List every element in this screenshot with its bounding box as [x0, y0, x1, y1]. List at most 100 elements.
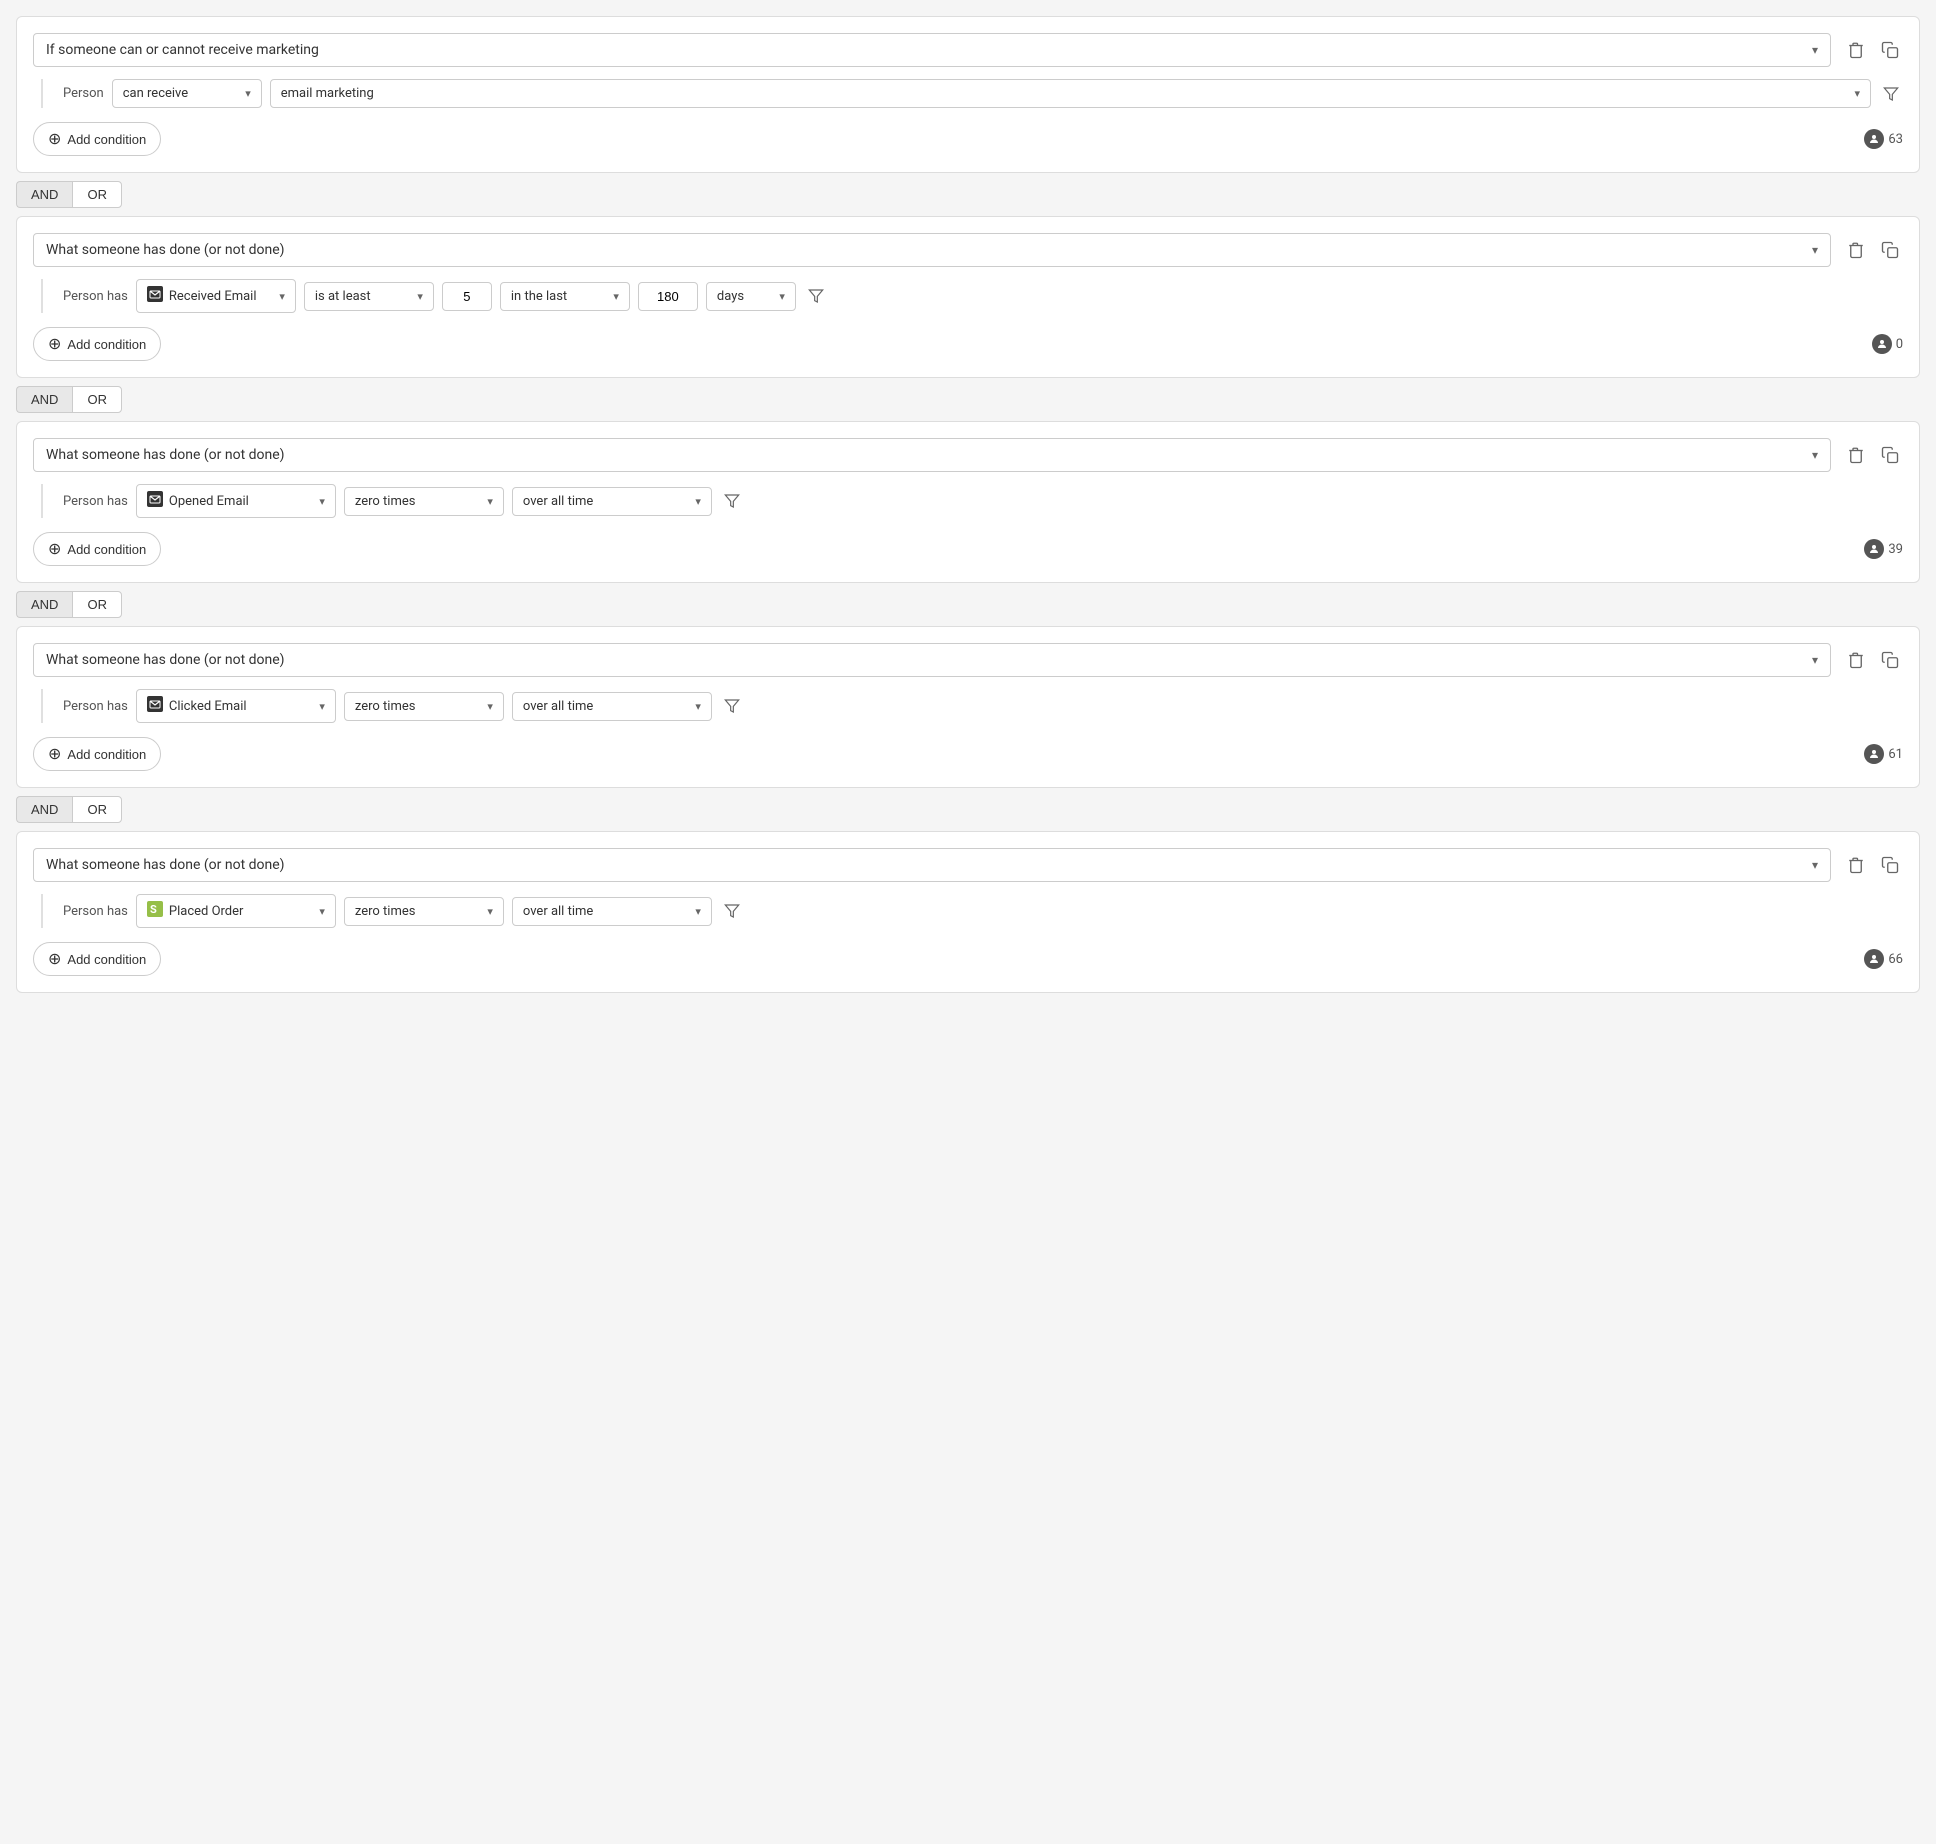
svg-text:S: S	[150, 903, 157, 916]
plus-icon: ⊕	[48, 744, 61, 764]
add-condition-button[interactable]: ⊕ Add condition	[33, 532, 161, 566]
select-value: Opened Email	[169, 494, 249, 509]
copy-button[interactable]	[1877, 647, 1903, 673]
email-icon	[147, 491, 163, 511]
copy-button[interactable]	[1877, 852, 1903, 878]
select-value: Received Email	[169, 289, 257, 304]
add-condition-label: Add condition	[67, 542, 146, 557]
select-value: zero times	[355, 904, 416, 919]
condition-type-label: If someone can or cannot receive marketi…	[46, 42, 319, 58]
person-label: Person has	[63, 494, 128, 509]
condition-block-4: What someone has done (or not done) ▾ Per…	[16, 626, 1920, 788]
filter-button[interactable]	[720, 694, 744, 718]
select-timeframe[interactable]: in the last ▾	[500, 282, 630, 311]
and-button[interactable]: AND	[16, 591, 72, 618]
logic-separator: ANDOR	[16, 181, 1920, 208]
copy-button[interactable]	[1877, 37, 1903, 63]
condition-type-select[interactable]: What someone has done (or not done) ▾	[33, 643, 1831, 677]
delete-button[interactable]	[1843, 442, 1869, 468]
person-label: Person has	[63, 904, 128, 919]
select-unit[interactable]: days ▾	[706, 282, 796, 311]
select-value: zero times	[355, 494, 416, 509]
select-value: Clicked Email	[169, 699, 247, 714]
select-event[interactable]: Received Email ▾	[136, 279, 296, 313]
chevron-down-icon: ▾	[319, 700, 325, 713]
select-value: is at least	[315, 289, 371, 304]
select-email_marketing[interactable]: email marketing ▾	[270, 79, 1871, 108]
condition-type-select[interactable]: What someone has done (or not done) ▾	[33, 438, 1831, 472]
select-event[interactable]: S Placed Order ▾	[136, 894, 336, 928]
and-button[interactable]: AND	[16, 386, 72, 413]
select-operator[interactable]: is at least ▾	[304, 282, 434, 311]
or-button[interactable]: OR	[72, 181, 122, 208]
select-value: zero times	[355, 699, 416, 714]
count-badge: 66	[1864, 949, 1903, 969]
chevron-down-icon: ▾	[1812, 448, 1818, 462]
person-count-icon	[1864, 539, 1884, 559]
condition-type-select[interactable]: What someone has done (or not done) ▾	[33, 848, 1831, 882]
chevron-down-icon: ▾	[779, 290, 785, 303]
chevron-down-icon: ▾	[1812, 243, 1818, 257]
condition-footer: ⊕ Add condition 66	[33, 942, 1903, 976]
condition-header: What someone has done (or not done) ▾	[33, 233, 1903, 267]
count-badge: 63	[1864, 129, 1903, 149]
add-condition-button[interactable]: ⊕ Add condition	[33, 327, 161, 361]
or-button[interactable]: OR	[72, 591, 122, 618]
count-value: 0	[1896, 337, 1903, 352]
select-operator[interactable]: zero times ▾	[344, 487, 504, 516]
chevron-down-icon: ▾	[1854, 87, 1860, 100]
delete-button[interactable]	[1843, 852, 1869, 878]
delete-button[interactable]	[1843, 37, 1869, 63]
chevron-down-icon: ▾	[319, 905, 325, 918]
select-timeframe[interactable]: over all time ▾	[512, 692, 712, 721]
input-count_val[interactable]	[442, 282, 492, 311]
block-actions	[1843, 442, 1903, 468]
select-can_receive[interactable]: can receive ▾	[112, 79, 262, 108]
condition-header: If someone can or cannot receive marketi…	[33, 33, 1903, 67]
select-operator[interactable]: zero times ▾	[344, 897, 504, 926]
select-operator[interactable]: zero times ▾	[344, 692, 504, 721]
add-condition-button[interactable]: ⊕ Add condition	[33, 122, 161, 156]
condition-row: Person has S Placed Order ▾zero times ▾o…	[41, 894, 1903, 928]
chevron-down-icon: ▾	[279, 290, 285, 303]
condition-type-select[interactable]: If someone can or cannot receive marketi…	[33, 33, 1831, 67]
delete-button[interactable]	[1843, 647, 1869, 673]
select-timeframe[interactable]: over all time ▾	[512, 897, 712, 926]
condition-header: What someone has done (or not done) ▾	[33, 643, 1903, 677]
email-icon	[147, 696, 163, 716]
block-actions	[1843, 647, 1903, 673]
select-value: over all time	[523, 699, 593, 714]
condition-block-2: What someone has done (or not done) ▾Per…	[16, 216, 1920, 378]
chevron-down-icon: ▾	[695, 905, 701, 918]
copy-button[interactable]	[1877, 237, 1903, 263]
input-days_val[interactable]	[638, 282, 698, 311]
delete-button[interactable]	[1843, 237, 1869, 263]
add-condition-button[interactable]: ⊕ Add condition	[33, 942, 161, 976]
person-label: Person has	[63, 699, 128, 714]
condition-block-1: If someone can or cannot receive marketi…	[16, 16, 1920, 173]
logic-separator: ANDOR	[16, 386, 1920, 413]
select-event[interactable]: Clicked Email ▾	[136, 689, 336, 723]
condition-row: Person has Opened Email ▾ zero times ▾ ove…	[41, 484, 1903, 518]
select-value: in the last	[511, 289, 567, 304]
condition-type-select[interactable]: What someone has done (or not done) ▾	[33, 233, 1831, 267]
add-condition-button[interactable]: ⊕ Add condition	[33, 737, 161, 771]
condition-type-label: What someone has done (or not done)	[46, 857, 285, 873]
count-value: 61	[1888, 747, 1903, 762]
select-event[interactable]: Opened Email ▾	[136, 484, 336, 518]
plus-icon: ⊕	[48, 334, 61, 354]
condition-type-label: What someone has done (or not done)	[46, 242, 285, 258]
and-button[interactable]: AND	[16, 796, 72, 823]
filter-button[interactable]	[804, 284, 828, 308]
person-count-icon	[1864, 744, 1884, 764]
and-button[interactable]: AND	[16, 181, 72, 208]
select-timeframe[interactable]: over all time ▾	[512, 487, 712, 516]
filter-button[interactable]	[720, 489, 744, 513]
filter-button[interactable]	[1879, 82, 1903, 106]
or-button[interactable]: OR	[72, 386, 122, 413]
or-button[interactable]: OR	[72, 796, 122, 823]
plus-icon: ⊕	[48, 539, 61, 559]
copy-button[interactable]	[1877, 442, 1903, 468]
select-value: can receive	[123, 86, 188, 101]
filter-button[interactable]	[720, 899, 744, 923]
